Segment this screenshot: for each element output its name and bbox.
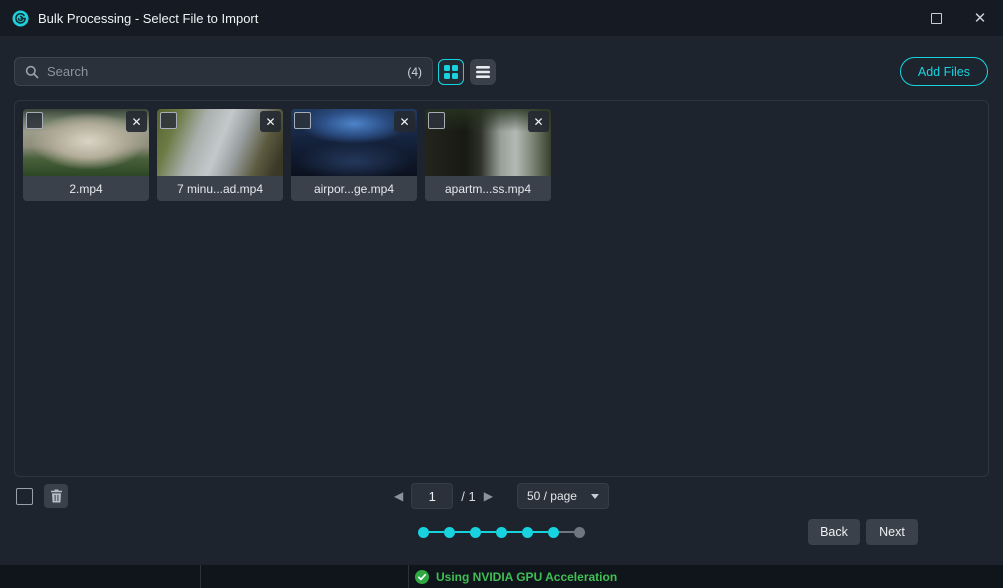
pagination: ◀ / 1 ▶ 50 / page [0,483,1003,509]
page-size-value: 50 / page [527,489,577,503]
prev-page-button[interactable]: ◀ [394,483,403,509]
next-page-button[interactable]: ▶ [484,483,493,509]
stepper-segment [559,531,574,533]
stepper-dot [574,527,585,538]
stepper-segment [455,531,470,533]
file-card[interactable]: ✕ 2.mp4 [23,109,149,201]
check-circle-icon [415,570,429,584]
close-icon: ✕ [131,116,141,128]
file-checkbox[interactable] [26,112,43,129]
video-thumbnail: ✕ [425,109,551,176]
statusbar-divider [408,565,409,588]
file-name: 7 minu...ad.mp4 [157,176,283,201]
total-pages-label: / 1 [461,489,475,504]
page-size-select[interactable]: 50 / page [517,483,609,509]
remove-file-button[interactable]: ✕ [126,111,147,132]
file-name: 2.mp4 [23,176,149,201]
statusbar: Using NVIDIA GPU Acceleration [0,565,1003,588]
stepper-segment [429,531,444,533]
file-count-badge: (4) [407,65,422,79]
file-checkbox[interactable] [160,112,177,129]
stepper-segment [507,531,522,533]
app-window: Bulk Processing - Select File to Import … [0,0,1003,588]
stepper-dot [418,527,429,538]
file-name: airpor...ge.mp4 [291,176,417,201]
grid-view-button[interactable] [438,59,464,85]
list-view-icon [476,66,490,78]
back-button[interactable]: Back [808,519,860,545]
stepper-dot [470,527,481,538]
file-card[interactable]: ✕ 7 minu...ad.mp4 [157,109,283,201]
chevron-down-icon [591,494,599,499]
remove-file-button[interactable]: ✕ [260,111,281,132]
stepper-dot [444,527,455,538]
app-logo-icon [12,10,29,27]
file-list-panel: ✕ 2.mp4 ✕ 7 minu...ad.mp4 ✕ [14,100,989,477]
window-title: Bulk Processing - Select File to Import [38,11,258,26]
titlebar: Bulk Processing - Select File to Import … [0,0,1003,36]
file-name: apartm...ss.mp4 [425,176,551,201]
select-all-checkbox[interactable] [16,488,33,505]
statusbar-divider [200,565,201,588]
search-input[interactable] [47,64,399,79]
delete-selected-button[interactable] [44,484,68,508]
maximize-button[interactable] [921,3,951,33]
file-card[interactable]: ✕ airpor...ge.mp4 [291,109,417,201]
gpu-status-text: Using NVIDIA GPU Acceleration [436,570,617,584]
close-icon: ✕ [399,116,409,128]
list-view-button[interactable] [470,59,496,85]
search-box: (4) [14,57,433,86]
close-icon: ✕ [265,116,275,128]
file-checkbox[interactable] [294,112,311,129]
remove-file-button[interactable]: ✕ [528,111,549,132]
stepper-dot [548,527,559,538]
close-icon: ✕ [974,11,987,26]
stepper-segment [533,531,548,533]
gpu-status: Using NVIDIA GPU Acceleration [415,565,617,588]
file-card[interactable]: ✕ apartm...ss.mp4 [425,109,551,201]
close-button[interactable]: ✕ [965,3,995,33]
video-thumbnail: ✕ [291,109,417,176]
stepper-dot [522,527,533,538]
trash-icon [50,489,63,503]
stepper-dot [496,527,507,538]
stepper-segment [481,531,496,533]
video-thumbnail: ✕ [23,109,149,176]
file-card-grid: ✕ 2.mp4 ✕ 7 minu...ad.mp4 ✕ [23,109,551,201]
add-files-button[interactable]: Add Files [900,57,988,86]
video-thumbnail: ✕ [157,109,283,176]
file-checkbox[interactable] [428,112,445,129]
maximize-icon [931,13,942,24]
grid-view-icon [444,65,458,79]
search-icon [25,65,39,79]
next-button[interactable]: Next [866,519,918,545]
page-number-input[interactable] [411,483,453,509]
remove-file-button[interactable]: ✕ [394,111,415,132]
close-icon: ✕ [533,116,543,128]
